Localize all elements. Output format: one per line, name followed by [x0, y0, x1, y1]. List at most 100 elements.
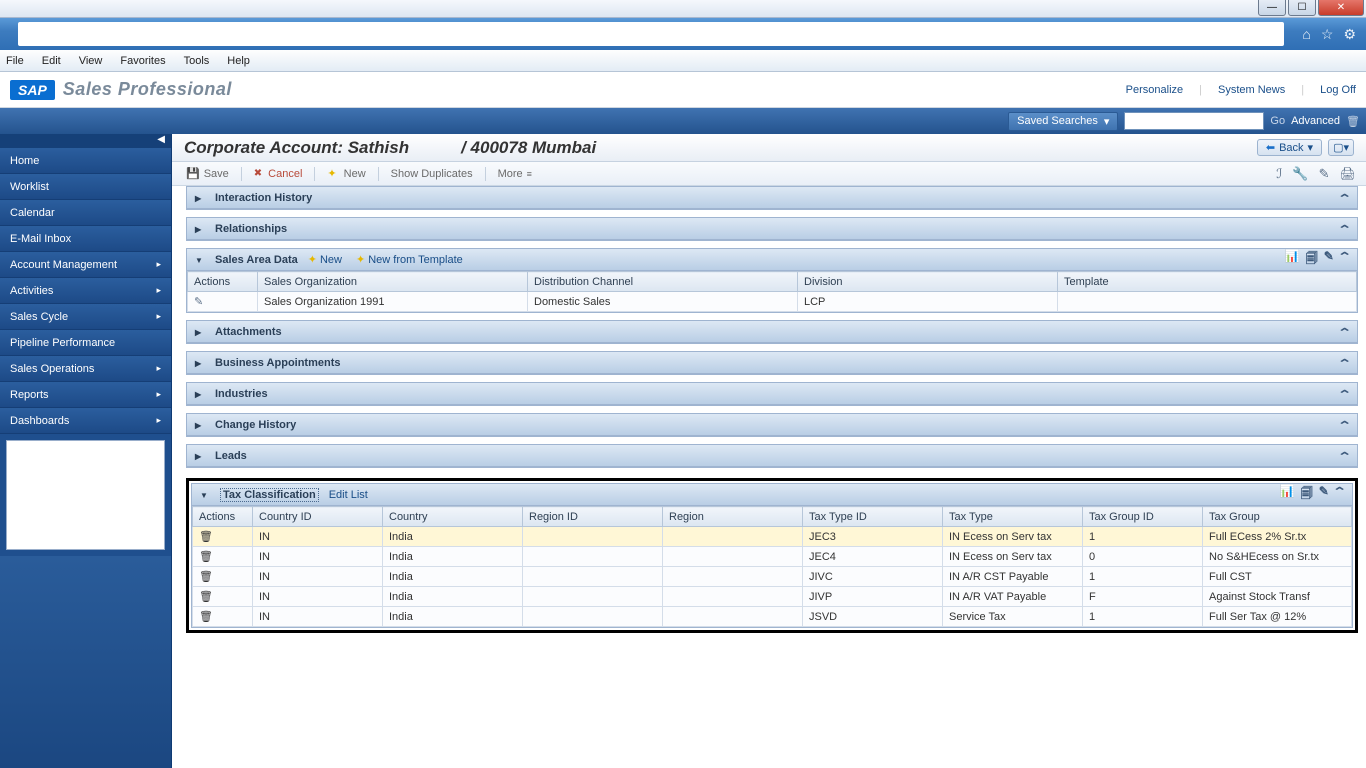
col-tax-type[interactable]: Tax Type	[943, 507, 1083, 527]
sidebar-item-worklist[interactable]: Worklist	[0, 174, 171, 200]
collapse-icon[interactable]	[1340, 418, 1349, 432]
collapse-icon[interactable]	[1335, 484, 1344, 505]
content-scroll-area[interactable]: Interaction History Relationships Sales …	[172, 186, 1366, 768]
more-menu-button[interactable]: More	[494, 168, 536, 180]
window-close-button[interactable]: ✕	[1318, 0, 1364, 16]
col-region-id[interactable]: Region ID	[523, 507, 663, 527]
export-icon[interactable]: 🗐	[1306, 249, 1318, 270]
customize-icon[interactable]: ℐ	[1276, 166, 1282, 182]
cell-tax-group: Full CST	[1203, 567, 1352, 587]
print-icon[interactable]: 🖨	[1339, 166, 1356, 182]
delete-row-icon[interactable]	[199, 531, 213, 543]
sales-area-new-button[interactable]: New	[308, 253, 342, 266]
col-tax-group-id[interactable]: Tax Group ID	[1083, 507, 1203, 527]
wrench-icon[interactable]: 🔧	[1292, 166, 1308, 182]
collapse-arrow-icon[interactable]	[195, 254, 205, 266]
col-region[interactable]: Region	[663, 507, 803, 527]
sales-area-new-from-template-button[interactable]: New from Template	[356, 253, 463, 266]
expand-icon[interactable]	[195, 326, 205, 338]
search-advanced-link[interactable]: Advanced	[1291, 115, 1340, 127]
window-maximize-button[interactable]: ☐	[1288, 0, 1316, 16]
table-row[interactable]: INIndiaJEC4IN Ecess on Serv tax0No S&HEc…	[193, 547, 1352, 567]
gear-icon[interactable]: ⚙	[1343, 26, 1356, 43]
expand-icon[interactable]	[195, 192, 205, 204]
trash-icon[interactable]: 🗑	[1346, 115, 1360, 128]
cancel-button[interactable]: Cancel	[250, 168, 307, 180]
expand-icon[interactable]	[195, 419, 205, 431]
sidebar-item-sales-cycle[interactable]: Sales Cycle	[0, 304, 171, 330]
nav-collapse-handle[interactable]: ◀	[0, 134, 171, 148]
col-distribution-channel[interactable]: Distribution Channel	[528, 272, 798, 292]
expand-icon[interactable]	[195, 450, 205, 462]
delete-row-icon[interactable]	[199, 571, 213, 583]
col-country[interactable]: Country	[383, 507, 523, 527]
collapse-icon[interactable]	[1340, 387, 1349, 401]
menu-edit[interactable]: Edit	[42, 55, 61, 67]
save-button[interactable]: Save	[182, 167, 233, 180]
edit-row-icon[interactable]	[194, 296, 203, 308]
menu-view[interactable]: View	[79, 55, 103, 67]
show-duplicates-button[interactable]: Show Duplicates	[387, 168, 477, 180]
collapse-icon[interactable]	[1340, 449, 1349, 463]
window-minimize-button[interactable]: —	[1258, 0, 1286, 16]
expand-icon[interactable]	[195, 388, 205, 400]
col-country-id[interactable]: Country ID	[253, 507, 383, 527]
table-row[interactable]: INIndiaJSVDService Tax1Full Ser Tax @ 12…	[193, 607, 1352, 627]
col-actions[interactable]: Actions	[193, 507, 253, 527]
export-icon[interactable]: 🗐	[1301, 484, 1313, 505]
collapse-icon[interactable]	[1340, 325, 1349, 339]
delete-row-icon[interactable]	[199, 551, 213, 563]
chart-icon[interactable]: 📊	[1285, 249, 1300, 270]
col-tax-group[interactable]: Tax Group	[1203, 507, 1352, 527]
collapse-arrow-icon[interactable]	[200, 489, 210, 501]
expand-icon[interactable]	[195, 357, 205, 369]
new-button[interactable]: New	[323, 167, 369, 180]
table-row[interactable]: INIndiaJEC3IN Ecess on Serv tax1Full ECe…	[193, 527, 1352, 547]
delete-row-icon[interactable]	[199, 611, 213, 623]
expand-icon[interactable]	[195, 223, 205, 235]
table-row[interactable]: Sales Organization 1991 Domestic Sales L…	[188, 292, 1357, 312]
table-row[interactable]: INIndiaJIVPIN A/R VAT PayableFAgainst St…	[193, 587, 1352, 607]
col-actions[interactable]: Actions	[188, 272, 258, 292]
back-button[interactable]: ⬅ Back ▾	[1257, 139, 1322, 156]
link-personalize[interactable]: Personalize	[1126, 84, 1183, 96]
saved-search-input[interactable]	[1124, 112, 1264, 130]
edit-list-link[interactable]: Edit List	[329, 489, 368, 501]
link-log-off[interactable]: Log Off	[1320, 84, 1356, 96]
sidebar-item-sales-operations[interactable]: Sales Operations	[0, 356, 171, 382]
col-template[interactable]: Template	[1058, 272, 1357, 292]
table-row[interactable]: INIndiaJIVCIN A/R CST Payable1Full CST	[193, 567, 1352, 587]
col-sales-org[interactable]: Sales Organization	[258, 272, 528, 292]
address-bar[interactable]	[18, 22, 1284, 46]
favorites-star-icon[interactable]: ☆	[1321, 26, 1334, 43]
sidebar-item-reports[interactable]: Reports	[0, 382, 171, 408]
delete-row-icon[interactable]	[199, 591, 213, 603]
col-tax-type-id[interactable]: Tax Type ID	[803, 507, 943, 527]
collapse-icon[interactable]	[1340, 191, 1349, 205]
collapse-icon[interactable]	[1340, 222, 1349, 236]
sidebar-item-dashboards[interactable]: Dashboards	[0, 408, 171, 434]
saved-searches-dropdown[interactable]: Saved Searches ▾	[1008, 112, 1118, 131]
sidebar-item-e-mail-inbox[interactable]: E-Mail Inbox	[0, 226, 171, 252]
sidebar-item-home[interactable]: Home	[0, 148, 171, 174]
menu-file[interactable]: File	[6, 55, 24, 67]
search-go-link[interactable]: Go	[1270, 115, 1285, 127]
menu-favorites[interactable]: Favorites	[120, 55, 165, 67]
link-system-news[interactable]: System News	[1218, 84, 1285, 96]
history-dropdown-button[interactable]: ▢▾	[1328, 139, 1354, 156]
chart-icon[interactable]: 📊	[1280, 484, 1295, 505]
col-division[interactable]: Division	[798, 272, 1058, 292]
pencil-icon[interactable]: ✎	[1319, 166, 1330, 182]
pencil-icon[interactable]: ✎	[1324, 249, 1334, 270]
sidebar-item-activities[interactable]: Activities	[0, 278, 171, 304]
home-icon[interactable]: ⌂	[1302, 26, 1310, 42]
collapse-icon[interactable]	[1340, 249, 1349, 270]
cell-region	[663, 527, 803, 547]
collapse-icon[interactable]	[1340, 356, 1349, 370]
sidebar-item-pipeline-performance[interactable]: Pipeline Performance	[0, 330, 171, 356]
pencil-icon[interactable]: ✎	[1319, 484, 1329, 505]
sidebar-item-calendar[interactable]: Calendar	[0, 200, 171, 226]
menu-tools[interactable]: Tools	[184, 55, 210, 67]
menu-help[interactable]: Help	[227, 55, 250, 67]
sidebar-item-account-management[interactable]: Account Management	[0, 252, 171, 278]
